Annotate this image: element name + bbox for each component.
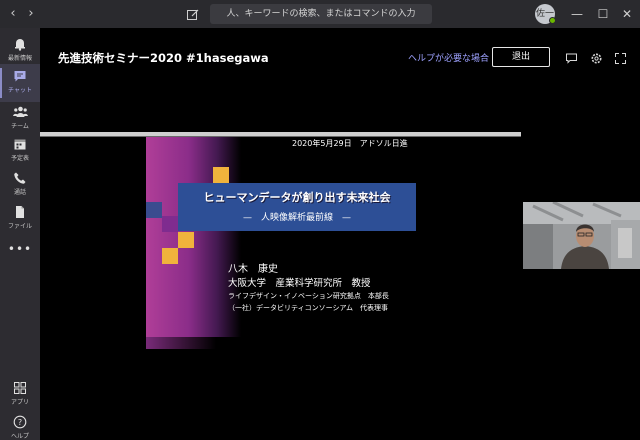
slide-subtitle: — 人映像解析最前線 — <box>242 213 351 223</box>
slide-square <box>146 202 162 218</box>
slide-square <box>213 167 229 183</box>
slide-gradient-tail <box>146 337 216 349</box>
rail-item-calendar[interactable]: 予定表 <box>0 132 40 170</box>
forward-button[interactable]: › <box>24 6 38 22</box>
minimize-button[interactable]: — <box>568 5 586 23</box>
compose-icon[interactable] <box>186 7 200 21</box>
svg-text:?: ? <box>18 418 22 427</box>
slide-title-box: ヒューマンデータが創り出す未来社会 — 人映像解析最前線 — <box>178 183 416 231</box>
slide-square <box>162 216 178 232</box>
gear-icon[interactable] <box>590 50 603 64</box>
slide-square <box>162 248 178 264</box>
slide-square <box>178 232 194 248</box>
chat-icon <box>0 69 40 83</box>
rail-label: 予定表 <box>10 155 29 162</box>
participant-video[interactable] <box>523 202 640 269</box>
rail-item-chat[interactable]: チャット <box>0 64 40 102</box>
presenter-affiliation: 大阪大学 産業科学研究所 教授 <box>228 278 371 289</box>
participant-video-frame <box>523 202 640 269</box>
maximize-button[interactable]: ☐ <box>594 5 612 23</box>
rail-item-calls[interactable]: 通話 <box>0 166 40 204</box>
rail-item-help[interactable]: ? ヘルプ <box>0 410 40 440</box>
bell-icon <box>0 37 40 51</box>
help-link[interactable]: ヘルプが必要な場合 <box>408 51 489 64</box>
rail-item-more[interactable]: ••• <box>0 238 40 262</box>
calendar-icon <box>0 137 40 151</box>
rail-label: チーム <box>11 123 29 130</box>
presenter-role: ライフデザイン・イノベーション研究拠点 本部長 <box>228 292 389 300</box>
presenter-role: （一社）データビリティコンソーシアム 代表理事 <box>228 304 388 312</box>
presenter-name: 八木 康史 <box>228 264 278 275</box>
rail-item-files[interactable]: ファイル <box>0 200 40 238</box>
close-button[interactable]: ✕ <box>618 5 636 23</box>
shared-window-toolbar <box>40 132 521 137</box>
rail-label: ヘルプ <box>10 433 29 440</box>
meeting-title: 先進技術セミナー2020 #1hasegawa <box>58 51 269 65</box>
slide-date-line: 2020年5月29日 アドソル日進 <box>292 139 408 148</box>
phone-icon <box>0 171 40 185</box>
rail-label: チャット <box>8 87 32 94</box>
rail-label: 最新情報 <box>7 55 32 62</box>
chat-bubble-icon[interactable] <box>565 50 578 64</box>
more-icon: ••• <box>7 242 33 256</box>
apps-icon <box>0 381 40 395</box>
shared-screen: 2020年5月29日 アドソル日進 ヒューマンデータが創り出す未来社会 — 人映… <box>40 128 521 440</box>
leave-button[interactable]: 退出 <box>492 47 550 67</box>
expand-icon[interactable] <box>614 50 627 64</box>
rail-label: アプリ <box>10 399 29 406</box>
teams-icon <box>0 105 40 119</box>
back-button[interactable]: ‹ <box>6 6 20 22</box>
slide-title: ヒューマンデータが創り出す未来社会 <box>203 191 391 204</box>
help-icon: ? <box>0 415 40 429</box>
rail-item-apps[interactable]: アプリ <box>0 376 40 414</box>
rail-label: 通話 <box>13 189 26 196</box>
search-input[interactable]: 人、キーワードの検索、またはコマンドの入力 <box>210 4 432 24</box>
file-icon <box>0 205 40 219</box>
title-bar: ‹ › 人、キーワードの検索、またはコマンドの入力 佐一 — ☐ ✕ <box>0 0 640 28</box>
rail-label: ファイル <box>7 223 32 230</box>
app-rail: 最新情報 チャット チーム 予定表 通話 ファイル ••• アプリ ? ヘルプ <box>0 28 40 440</box>
presence-status-badge <box>549 17 556 24</box>
